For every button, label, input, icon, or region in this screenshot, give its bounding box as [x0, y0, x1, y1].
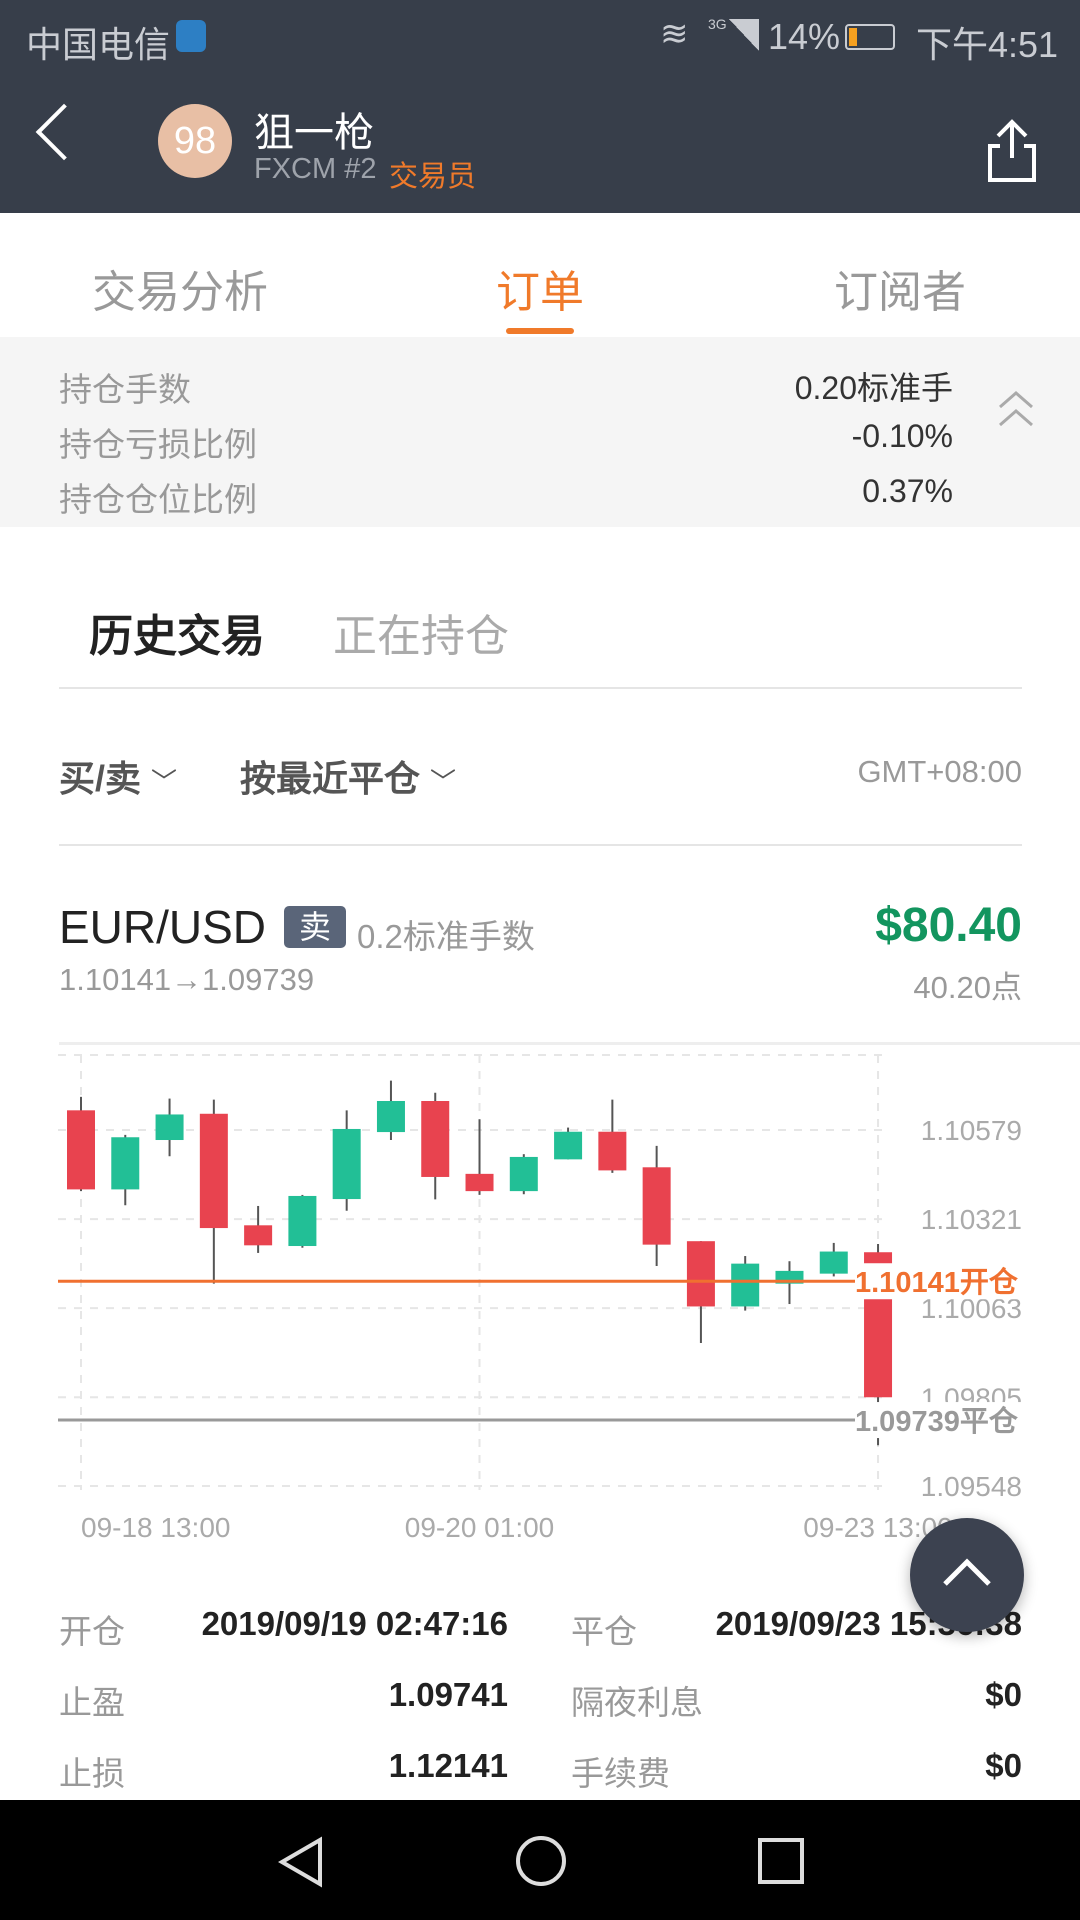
back-nav-icon[interactable]: [276, 1836, 326, 1888]
price-path: 1.10141→1.09739: [59, 962, 315, 997]
detail-value: 2019/09/19 02:47:16: [201, 1605, 508, 1642]
timezone-label: GMT+08:00: [857, 754, 1022, 789]
x-tick-label: 09-20 01:00: [405, 1512, 554, 1543]
detail-label: 止损: [59, 1755, 125, 1792]
tab-orders[interactable]: 订单: [390, 256, 690, 320]
subtab-history[interactable]: 历史交易: [89, 600, 265, 664]
summary-label: 持仓仓位比例: [59, 481, 257, 518]
candle-up: [376, 1100, 405, 1133]
summary-label: 持仓手数: [59, 371, 191, 408]
candle-down: [642, 1167, 671, 1245]
home-nav-icon[interactable]: [514, 1834, 568, 1888]
candle-down: [199, 1113, 228, 1229]
candle-down: [598, 1131, 627, 1171]
candle-down: [244, 1225, 273, 1246]
role-label: 交易员: [389, 161, 477, 193]
side-filter[interactable]: 买/卖 ﹀: [59, 750, 177, 802]
collapse-icon[interactable]: [996, 387, 1036, 431]
chevron-up-icon: [943, 1558, 991, 1586]
battery-icon: [845, 24, 895, 50]
candle-down: [67, 1110, 95, 1190]
detail-value: 1.09741: [388, 1676, 508, 1713]
side-filter-label: 买/卖: [59, 758, 142, 799]
trader-name: 狙一枪: [254, 111, 374, 155]
sort-filter-label: 按最近平仓: [240, 758, 421, 799]
detail-value: 1.12141: [388, 1747, 508, 1784]
detail-label: 止盈: [59, 1684, 125, 1721]
candle-up: [111, 1137, 140, 1190]
tab-analysis[interactable]: 交易分析: [30, 256, 330, 320]
shield-icon: [176, 20, 206, 52]
detail-label: 开仓: [59, 1613, 125, 1650]
signal-icon: [729, 19, 759, 51]
sort-filter[interactable]: 按最近平仓 ﹀: [240, 750, 456, 802]
detail-value: $0: [985, 1747, 1022, 1784]
active-tab-indicator: [506, 328, 574, 334]
tab-subscribers[interactable]: 订阅者: [750, 256, 1050, 320]
x-tick-label: 09-18 13:00: [81, 1512, 230, 1543]
lot-size: 0.2标准手数: [357, 918, 535, 955]
summary-value: -0.10%: [851, 418, 953, 454]
main-tabs: 交易分析 订单 订阅者: [0, 228, 1080, 337]
back-button[interactable]: [35, 103, 93, 161]
y-tick-label: 1.09548: [921, 1471, 1022, 1502]
detail-label: 平仓: [571, 1613, 637, 1650]
clock: 下午4:51: [916, 24, 1059, 65]
app-header: 中国电信 ≋ 3G 14% 下午4:51 98 狙一枪 FXCM #2 交易员: [0, 0, 1080, 213]
candlestick-chart: 1.105791.103211.100631.098051.0954809-18…: [58, 1054, 1025, 1543]
symbol: EUR/USD: [59, 901, 267, 953]
points: 40.20点: [913, 970, 1022, 1005]
summary-value: 0.37%: [862, 473, 953, 509]
detail-value: $0: [985, 1676, 1022, 1713]
detail-label: 隔夜利息: [571, 1684, 703, 1721]
subtab-open-positions[interactable]: 正在持仓: [333, 600, 509, 664]
share-icon[interactable]: [984, 118, 1040, 184]
divider: [59, 687, 1022, 689]
recents-nav-icon[interactable]: [756, 1836, 806, 1886]
candle-up: [509, 1156, 538, 1192]
summary-value: 0.20标准手: [794, 370, 953, 406]
carrier: 中国电信: [26, 24, 171, 65]
open-price-label: 1.10141开仓: [855, 1266, 1019, 1299]
y-tick-label: 1.10321: [921, 1204, 1022, 1235]
divider: [59, 844, 1022, 846]
avatar[interactable]: 98: [158, 104, 232, 178]
candle-up: [332, 1128, 361, 1200]
detail-label: 手续费: [571, 1755, 670, 1792]
battery-percent: 14%: [768, 16, 841, 57]
broker-label: FXCM #2: [254, 153, 377, 185]
position-summary: 持仓手数 0.20标准手 持仓亏损比例 -0.10% 持仓仓位比例 0.37%: [0, 337, 1080, 527]
candle-down: [421, 1100, 450, 1177]
chevron-down-icon: ﹀: [151, 767, 178, 797]
candle-up: [288, 1195, 317, 1247]
side-badge: 卖: [284, 906, 346, 948]
close-price-label: 1.09739平仓: [855, 1405, 1019, 1438]
candle-down: [686, 1241, 715, 1307]
y-tick-label: 1.10579: [921, 1115, 1022, 1146]
candle-up: [731, 1263, 760, 1307]
scroll-to-top-button[interactable]: [910, 1518, 1024, 1632]
candle-up: [554, 1131, 583, 1160]
system-nav-bar: [0, 1800, 1080, 1920]
candle-up: [819, 1251, 848, 1274]
summary-label: 持仓亏损比例: [59, 426, 257, 463]
candle-down: [465, 1173, 494, 1192]
chevron-down-icon: ﹀: [430, 767, 457, 797]
network-type: 3G: [708, 16, 727, 32]
wifi-icon: ≋: [660, 15, 689, 53]
candle-up: [155, 1114, 184, 1141]
profit: $80.40: [875, 899, 1022, 952]
